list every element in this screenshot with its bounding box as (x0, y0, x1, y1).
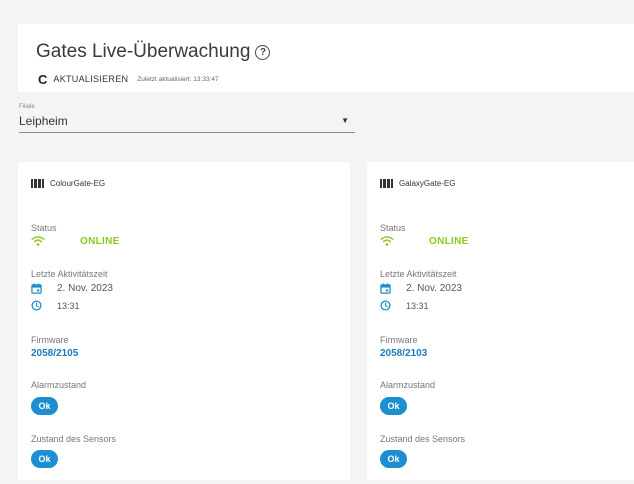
alarm-status-badge[interactable]: Ok (380, 397, 407, 415)
gate-name: GalaxyGate-EG (399, 179, 456, 188)
last-updated-text: Zuletzt aktualisiert: 13:33:47 (137, 75, 219, 83)
refresh-button[interactable]: AKTUALISIEREN (53, 74, 128, 84)
clock-icon (31, 300, 42, 311)
activity-time: 13:31 (57, 300, 80, 311)
status-label: Status (380, 223, 406, 233)
filiale-label: Filiale (19, 104, 35, 110)
firmware-value[interactable]: 2058/2105 (31, 348, 78, 359)
gate-card: ColourGate-EG Status ONLINE Letzte Aktiv… (18, 162, 350, 480)
help-icon[interactable]: ? (255, 45, 271, 60)
alarm-status-badge[interactable]: Ok (31, 397, 58, 415)
dropdown-arrow-icon[interactable]: ▼ (341, 116, 349, 125)
alarm-label: Alarmzustand (31, 380, 87, 390)
wifi-icon (31, 236, 45, 246)
gate-header: GalaxyGate-EG (380, 179, 455, 188)
wifi-icon (380, 236, 394, 246)
last-activity-label: Letzte Aktivitätszeit (380, 269, 457, 279)
filiale-select-value: Leipheim (19, 114, 68, 128)
sensor-label: Zustand des Sensors (380, 434, 466, 444)
activity-time-row: 13:31 (31, 300, 80, 311)
calendar-icon (380, 283, 391, 294)
firmware-label: Firmware (31, 335, 69, 345)
calendar-icon (31, 283, 42, 294)
filiale-select[interactable]: Leipheim ▼ (19, 114, 355, 133)
gate-header: ColourGate-EG (31, 179, 105, 188)
firmware-label: Firmware (380, 335, 418, 345)
sensor-status-badge[interactable]: Ok (380, 450, 407, 468)
status-row: ONLINE (31, 235, 120, 247)
status-value: ONLINE (429, 235, 469, 247)
page-title: Gates Live-Überwachung? (36, 41, 271, 63)
gate-icon (31, 179, 44, 188)
refresh-row: C AKTUALISIEREN Zuletzt aktualisiert: 13… (38, 72, 219, 87)
alarm-label: Alarmzustand (380, 380, 436, 390)
status-value: ONLINE (80, 235, 120, 247)
activity-date: 2. Nov. 2023 (406, 283, 462, 294)
page-title-text: Gates Live-Überwachung (36, 41, 251, 62)
gate-card: GalaxyGate-EG Status ONLINE Letzte Aktiv… (367, 162, 634, 480)
last-activity-label: Letzte Aktivitätszeit (31, 269, 108, 279)
gate-name: ColourGate-EG (50, 179, 106, 188)
gate-icon (380, 179, 393, 188)
activity-time: 13:31 (406, 300, 429, 311)
clock-icon (380, 300, 391, 311)
firmware-value[interactable]: 2058/2103 (380, 348, 427, 359)
refresh-icon[interactable]: C (38, 72, 47, 87)
sensor-label: Zustand des Sensors (31, 434, 117, 444)
sensor-status-badge[interactable]: Ok (31, 450, 58, 468)
activity-date-row: 2. Nov. 2023 (380, 283, 462, 294)
activity-date: 2. Nov. 2023 (57, 283, 113, 294)
activity-time-row: 13:31 (380, 300, 429, 311)
activity-date-row: 2. Nov. 2023 (31, 283, 113, 294)
status-row: ONLINE (380, 235, 469, 247)
status-label: Status (31, 223, 57, 233)
